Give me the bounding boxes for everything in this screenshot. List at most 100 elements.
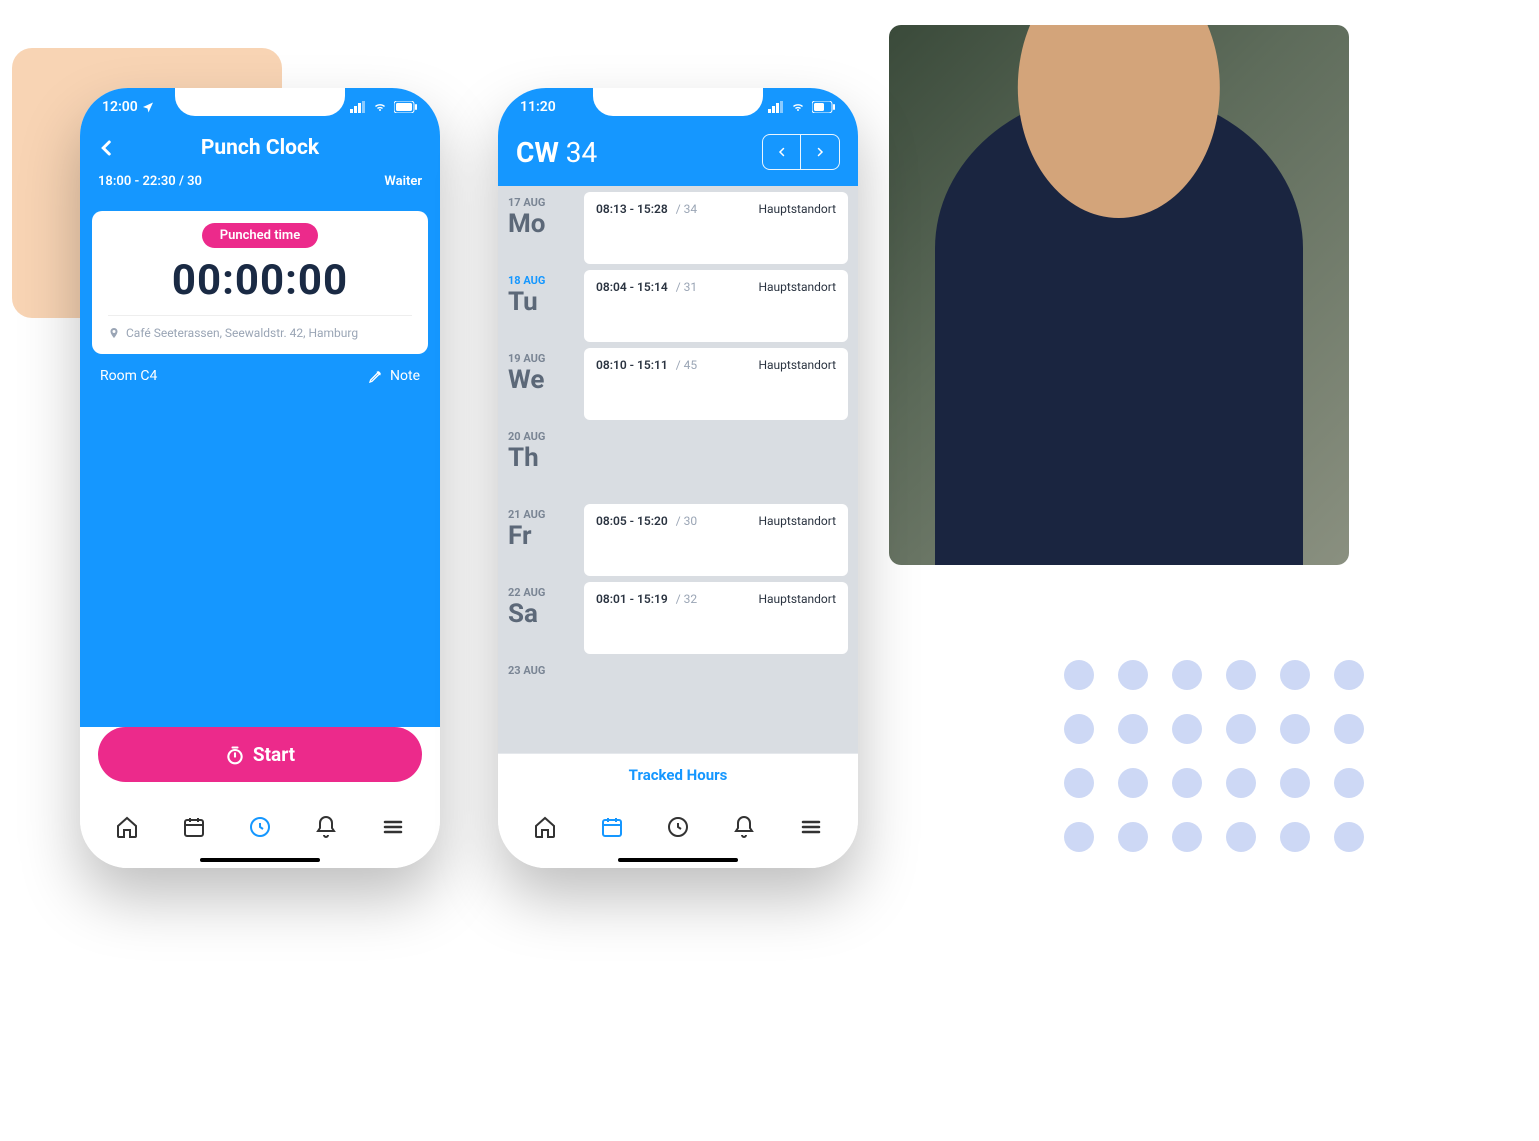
back-button[interactable] [98,137,116,159]
stopwatch-icon [225,745,245,765]
time-entry-card[interactable]: 08:04 - 15:14 / 31 Hauptstandort [584,270,848,342]
break-duration: / 31 [676,280,697,294]
battery-icon [394,101,418,113]
nav-clock[interactable] [246,813,274,841]
home-indicator [200,858,320,862]
break-duration: / 30 [676,514,697,528]
nav-home[interactable] [113,813,141,841]
room-label: Room C4 [100,368,157,384]
nav-menu[interactable] [797,813,825,841]
time-entry-card[interactable]: 08:13 - 15:28 / 34 Hauptstandort [584,192,848,264]
decorative-dots-grid [1064,660,1364,852]
day-column: 20 AUGTh [508,426,572,498]
address-text: Café Seeterassen, Seewaldstr. 42, Hambur… [126,326,358,340]
phone-punch-clock: 12:00 Punch Clock 18:00 - 22:30 / 30 Wai… [80,88,440,868]
location-label: Hauptstandort [758,358,836,372]
pencil-icon [368,368,384,384]
time-range: 08:10 - 15:11 [596,358,668,372]
day-row[interactable]: 23 AUG [508,660,848,732]
day-row[interactable]: 20 AUGTh [508,426,848,498]
day-column: 22 AUGSa [508,582,572,654]
day-date: 18 AUG [508,274,572,287]
wifi-icon [790,101,806,113]
next-week-button[interactable] [801,135,839,169]
break-duration: / 34 [676,202,697,216]
location-label: Hauptstandort [758,514,836,528]
day-date: 22 AUG [508,586,572,599]
phone-notch [593,88,763,116]
time-entry-card[interactable]: 08:01 - 15:19 / 32 Hauptstandort [584,582,848,654]
day-abbr: Th [508,443,572,473]
start-button[interactable]: Start [98,727,422,782]
day-abbr: We [508,365,572,395]
day-abbr: Mo [508,209,572,239]
timer-card: Punched time 00:00:00 Café Seeterassen, … [92,211,428,354]
day-row[interactable]: 18 AUGTu 08:04 - 15:14 / 31 Hauptstandort [508,270,848,342]
time-range: 08:05 - 15:20 [596,514,668,528]
day-row[interactable]: 22 AUGSa 08:01 - 15:19 / 32 Hauptstandort [508,582,848,654]
nav-menu[interactable] [379,813,407,841]
day-row[interactable]: 17 AUGMo 08:13 - 15:28 / 34 Hauptstandort [508,192,848,264]
shift-time-label: 18:00 - 22:30 / 30 [98,174,202,189]
day-date: 21 AUG [508,508,572,521]
page-title: Punch Clock [201,136,319,160]
location-label: Hauptstandort [758,202,836,216]
week-nav-group [762,134,840,170]
bottom-nav [80,796,440,868]
day-date: 20 AUG [508,430,572,443]
note-button[interactable]: Note [368,368,420,384]
time-range: 08:01 - 15:19 [596,592,668,606]
start-label: Start [253,743,295,766]
day-column: 19 AUGWe [508,348,572,420]
nav-home[interactable] [531,813,559,841]
nav-calendar[interactable] [180,813,208,841]
note-label: Note [390,368,420,384]
hero-photo [889,25,1349,565]
day-abbr: Fr [508,521,572,551]
nav-clock[interactable] [664,813,692,841]
break-duration: / 32 [676,592,697,606]
time-range: 08:04 - 15:14 [596,280,668,294]
day-date: 19 AUG [508,352,572,365]
nav-bell[interactable] [312,813,340,841]
role-label: Waiter [384,174,422,189]
day-abbr: Sa [508,599,572,629]
day-abbr: Tu [508,287,572,317]
pin-icon [108,326,120,340]
person-silhouette [935,90,1303,565]
day-column: 23 AUG [508,660,572,732]
timer-value: 00:00:00 [172,256,348,305]
location-arrow-icon [142,101,154,113]
nav-bell[interactable] [730,813,758,841]
day-date: 17 AUG [508,196,572,209]
day-row[interactable]: 19 AUGWe08:10 - 15:11/ 45Hauptstandort [508,348,848,420]
phone-notch [175,88,345,116]
time-entry-card[interactable]: 08:05 - 15:20 / 30 Hauptstandort [584,504,848,576]
time-entry-card [584,660,848,732]
prev-week-button[interactable] [763,135,801,169]
tracked-hours-button[interactable]: Tracked Hours [498,753,858,796]
bottom-nav [498,796,858,868]
location-label: Hauptstandort [758,592,836,606]
day-row[interactable]: 21 AUGFr 08:05 - 15:20 / 30 Hauptstandort [508,504,848,576]
wifi-icon [372,101,388,113]
day-list[interactable]: 17 AUGMo08:13 - 15:28/ 34Hauptstandort18… [498,186,858,753]
day-column: 21 AUGFr [508,504,572,576]
battery-icon [812,101,836,113]
home-indicator [618,858,738,862]
calendar-week-label: CW 34 [516,136,597,169]
location-label: Hauptstandort [758,280,836,294]
day-column: 18 AUGTu [508,270,572,342]
phone-week-view: 11:20 CW 34 17 AUGMo 08:13 - 15:28 / 34 Hau… [498,88,858,868]
punched-time-badge: Punched time [202,223,318,248]
time-entry-card [584,426,848,498]
day-date: 23 AUG [508,664,572,677]
punch-clock-body: Punched time 00:00:00 Café Seeterassen, … [80,203,440,727]
signal-icon [350,101,366,113]
time-entry-card[interactable]: 08:10 - 15:11/ 45Hauptstandort [584,348,848,420]
time-range: 08:13 - 15:28 [596,202,668,216]
punch-clock-header: Punch Clock 18:00 - 22:30 / 30 Waiter [80,126,440,203]
week-header: CW 34 [498,126,858,186]
status-time: 11:20 [520,99,556,115]
nav-calendar[interactable] [598,813,626,841]
